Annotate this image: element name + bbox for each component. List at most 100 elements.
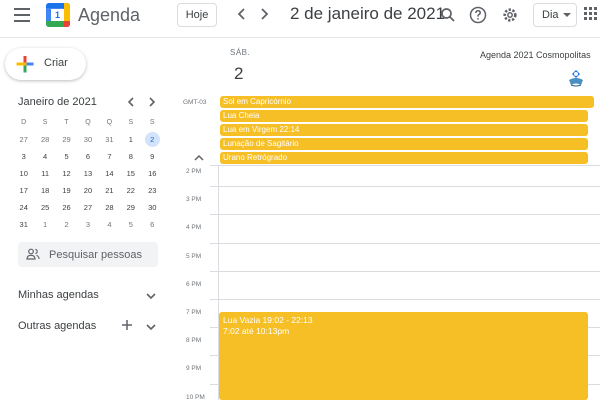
mini-calendar-day[interactable]: 27 — [77, 199, 98, 216]
mini-calendar-weekday: S — [149, 119, 155, 126]
other-calendars-label[interactable]: Outras agendas — [18, 320, 96, 332]
mini-calendar-day[interactable]: 18 — [34, 182, 55, 199]
all-day-event[interactable]: Lua em Virgem 22:14 — [220, 124, 588, 136]
mini-calendar-day[interactable]: 22 — [120, 182, 141, 199]
timed-event[interactable]: Lua Vazia 19:02 - 22:13 7:02 até 10:13pm — [219, 312, 588, 400]
timed-event-title: Lua Vazia 19:02 - 22:13 — [223, 315, 313, 325]
mini-calendar-day[interactable]: 5 — [120, 216, 141, 233]
mini-calendar-day[interactable]: 9 — [142, 148, 163, 165]
chevron-up-icon[interactable] — [193, 152, 205, 164]
mini-calendar-day[interactable]: 27 — [13, 131, 34, 148]
mini-calendar-day-number: 5 — [64, 152, 69, 161]
mini-calendar-day[interactable]: 29 — [56, 131, 77, 148]
mini-calendar-day[interactable]: 3 — [13, 148, 34, 165]
mini-calendar-day-number: 6 — [85, 152, 91, 161]
mini-calendar-day[interactable]: 29 — [120, 199, 141, 216]
mini-calendar-day-number: 13 — [83, 169, 93, 178]
mini-calendar-weekday: S — [42, 119, 48, 126]
mini-calendar-day[interactable]: 5 — [56, 148, 77, 165]
app-title[interactable]: Agenda — [78, 5, 140, 26]
mini-calendar-day[interactable]: 25 — [34, 199, 55, 216]
mini-calendar-day[interactable]: 23 — [142, 182, 163, 199]
mini-calendar-day-number: 24 — [19, 203, 28, 212]
add-calendar-icon[interactable] — [121, 319, 133, 331]
mini-calendar-week: 27 28 29 30 31 1 2 — [13, 131, 163, 148]
mini-calendar-day-number: 2 — [144, 132, 160, 147]
calendar-logo-icon[interactable]: 1 — [46, 3, 70, 27]
mini-calendar-day[interactable]: 4 — [34, 148, 55, 165]
mini-calendar-day[interactable]: 15 — [120, 165, 141, 182]
mini-calendar-day[interactable]: 30 — [142, 199, 163, 216]
mini-calendar-day[interactable]: 16 — [142, 165, 163, 182]
menu-icon[interactable] — [14, 8, 30, 22]
mini-calendar-day[interactable]: 12 — [56, 165, 77, 182]
mini-calendar-day-selected[interactable]: 2 — [142, 131, 163, 148]
mini-calendar-day[interactable]: 1 — [120, 131, 141, 148]
mini-calendar-day-number: 14 — [105, 169, 114, 178]
mini-calendar-day[interactable]: 6 — [77, 148, 98, 165]
mini-calendar-day[interactable]: 21 — [99, 182, 120, 199]
mini-calendar-day[interactable]: 14 — [99, 165, 120, 182]
mini-calendar-day[interactable]: 6 — [142, 216, 163, 233]
mini-calendar-day-number: 23 — [148, 186, 157, 195]
apps-icon[interactable] — [584, 7, 598, 21]
mini-calendar-weekday: S — [128, 119, 134, 126]
mini-calendar-day[interactable]: 1 — [34, 216, 55, 233]
settings-icon[interactable] — [500, 5, 520, 25]
mini-calendar-day[interactable]: 31 — [13, 216, 34, 233]
mini-calendar-day[interactable]: 26 — [56, 199, 77, 216]
people-icon — [26, 248, 40, 260]
mini-calendar-day[interactable]: 13 — [77, 165, 98, 182]
chevron-down-icon[interactable] — [145, 321, 157, 333]
today-button[interactable]: Hoje — [177, 3, 217, 27]
mini-calendar-next-button[interactable] — [145, 95, 159, 109]
view-selector[interactable]: Dia — [533, 3, 577, 27]
all-day-event[interactable]: Lunação de Sagitário — [220, 138, 588, 150]
mini-calendar-day[interactable]: 8 — [120, 148, 141, 165]
all-day-event[interactable]: Lua Cheia — [220, 110, 588, 122]
mini-calendar-day[interactable]: 11 — [34, 165, 55, 182]
all-day-event[interactable]: Urano Retrógrado — [220, 152, 588, 164]
chevron-left-icon — [237, 8, 245, 20]
mini-calendar-day[interactable]: 28 — [34, 131, 55, 148]
mini-calendar-day-number: 5 — [128, 220, 133, 229]
mini-calendar-day[interactable]: 19 — [56, 182, 77, 199]
next-day-button[interactable] — [256, 5, 272, 23]
mini-calendar-day-number: 26 — [62, 203, 71, 212]
mini-calendar-day[interactable]: 28 — [99, 199, 120, 216]
create-button[interactable]: Criar — [5, 48, 86, 80]
previous-day-button[interactable] — [234, 5, 250, 23]
mini-calendar-day[interactable]: 10 — [13, 165, 34, 182]
mini-calendar-day[interactable]: 3 — [77, 216, 98, 233]
mini-calendar-day-number: 4 — [107, 220, 112, 229]
my-calendars-label[interactable]: Minhas agendas — [18, 289, 99, 301]
chevron-left-icon — [127, 97, 134, 107]
top-app-bar: 1 Agenda Hoje 2 de janeiro de 2021 Dia — [0, 0, 600, 30]
help-icon[interactable] — [468, 5, 488, 25]
mini-calendar-day[interactable]: 4 — [99, 216, 120, 233]
mini-calendar-day[interactable]: 17 — [13, 182, 34, 199]
mini-calendar-day[interactable]: 20 — [77, 182, 98, 199]
mini-calendar-day[interactable]: 2 — [56, 216, 77, 233]
mini-calendar-day[interactable]: 7 — [99, 148, 120, 165]
mini-calendar-day-number: 1 — [43, 220, 48, 229]
mini-calendar-day[interactable]: 31 — [99, 131, 120, 148]
hour-label: 9 PM — [186, 365, 202, 373]
mini-calendar-weekday: Q — [106, 119, 113, 126]
mini-calendar-day-number: 29 — [62, 135, 71, 144]
all-day-event[interactable]: Sol em Capricórnio — [220, 96, 594, 108]
mini-calendar-prev-button[interactable] — [124, 95, 138, 109]
all-day-event-title: Urano Retrógrado — [223, 153, 288, 162]
create-button-label: Criar — [44, 57, 68, 69]
mini-calendar-day[interactable]: 30 — [77, 131, 98, 148]
hour-tick — [210, 214, 218, 216]
search-people-input[interactable]: Pesquisar pessoas — [18, 242, 158, 267]
hour-tick — [210, 299, 218, 300]
mini-calendar-day[interactable]: 24 — [13, 199, 34, 216]
mini-calendar-week: 3 4 5 6 7 8 9 — [13, 148, 163, 165]
day-number[interactable]: 2 — [234, 64, 243, 84]
search-icon[interactable] — [438, 5, 458, 25]
hour-label: 8 PM — [186, 337, 202, 345]
day-weekday-label: SÁB. — [230, 48, 251, 57]
chevron-down-icon[interactable] — [145, 290, 157, 302]
